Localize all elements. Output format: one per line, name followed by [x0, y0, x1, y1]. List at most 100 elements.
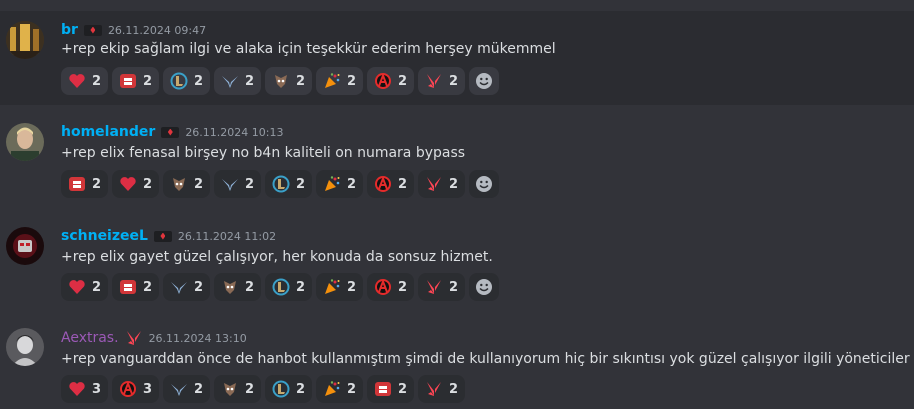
reaction-count: 2: [347, 279, 357, 295]
message[interactable]: br 26.11.2024 09:47 +rep ekip sağlam ilg…: [0, 11, 914, 105]
party-popper-icon: [323, 380, 341, 398]
reaction-count: 2: [296, 176, 306, 192]
reaction-valorant[interactable]: 2: [418, 170, 465, 198]
avatar[interactable]: [6, 227, 44, 265]
timestamp: 26.11.2024 13:10: [148, 331, 247, 345]
reaction-fist[interactable]: 2: [112, 67, 159, 95]
reaction-fist[interactable]: 2: [61, 170, 108, 198]
fist-icon: [119, 278, 137, 296]
reaction-anarchy[interactable]: 2: [367, 67, 414, 95]
reaction-party[interactable]: 2: [316, 170, 363, 198]
username[interactable]: Aextras.: [61, 330, 119, 346]
fist-icon: [68, 175, 86, 193]
wings-icon: [170, 278, 188, 296]
reaction-bar: 2 2 2 2 2 2 2 2: [61, 67, 499, 95]
reaction-count: 2: [92, 73, 102, 89]
reaction-party[interactable]: 2: [316, 375, 363, 403]
reaction-league[interactable]: 2: [265, 375, 312, 403]
reaction-wings[interactable]: 2: [214, 170, 261, 198]
reaction-count: 2: [194, 176, 204, 192]
reaction-count: 2: [92, 176, 102, 192]
mask-icon: [272, 72, 290, 90]
reaction-heart[interactable]: 2: [61, 67, 108, 95]
smiley-icon: [475, 278, 493, 296]
heart-icon: [68, 278, 86, 296]
mask-icon: [221, 380, 239, 398]
timestamp: 26.11.2024 11:02: [177, 229, 277, 243]
reaction-count: 2: [449, 73, 459, 89]
valorant-v-icon: [425, 72, 443, 90]
reaction-heart[interactable]: 2: [61, 273, 108, 301]
valorant-v-badge-icon: [125, 329, 143, 347]
timestamp: 26.11.2024 09:47: [107, 23, 207, 37]
league-l-icon: [272, 278, 290, 296]
role-icon: [83, 24, 102, 36]
reaction-count: 2: [245, 73, 255, 89]
party-popper-icon: [323, 72, 341, 90]
message[interactable]: schneizeeL 26.11.2024 11:02 +rep elix ga…: [0, 219, 914, 315]
username[interactable]: homelander: [61, 124, 155, 140]
league-l-icon: [170, 72, 188, 90]
message[interactable]: homelander 26.11.2024 10:13 +rep elix fe…: [0, 115, 914, 211]
username[interactable]: br: [61, 22, 78, 38]
reaction-valorant[interactable]: 2: [418, 375, 465, 403]
add-reaction-button[interactable]: [469, 170, 499, 198]
avatar[interactable]: [6, 328, 44, 366]
add-reaction-button[interactable]: [469, 273, 499, 301]
reaction-count: 2: [143, 176, 153, 192]
username[interactable]: schneizeeL: [61, 228, 148, 244]
reaction-wings[interactable]: 2: [214, 67, 261, 95]
reaction-mask[interactable]: 2: [163, 170, 210, 198]
mask-icon: [221, 278, 239, 296]
reaction-anarchy[interactable]: 3: [112, 375, 159, 403]
reaction-count: 2: [347, 176, 357, 192]
reaction-wings[interactable]: 2: [163, 375, 210, 403]
reaction-count: 2: [194, 381, 204, 397]
reaction-party[interactable]: 2: [316, 273, 363, 301]
wings-icon: [221, 72, 239, 90]
reaction-league[interactable]: 2: [265, 170, 312, 198]
reaction-count: 2: [245, 279, 255, 295]
valorant-v-icon: [425, 380, 443, 398]
reaction-fist[interactable]: 2: [367, 375, 414, 403]
reaction-count: 2: [449, 279, 459, 295]
anarchy-a-icon: [119, 380, 137, 398]
anarchy-a-icon: [374, 278, 392, 296]
reaction-count: 2: [245, 381, 255, 397]
reaction-wings[interactable]: 2: [163, 273, 210, 301]
reaction-count: 3: [92, 381, 102, 397]
avatar[interactable]: [6, 21, 44, 59]
message[interactable]: Aextras. 26.11.2024 13:10 +rep vanguardd…: [0, 322, 914, 409]
wings-icon: [170, 380, 188, 398]
party-popper-icon: [323, 175, 341, 193]
anarchy-a-icon: [374, 175, 392, 193]
smiley-icon: [475, 72, 493, 90]
reaction-count: 2: [449, 176, 459, 192]
reaction-fist[interactable]: 2: [112, 273, 159, 301]
valorant-v-icon: [425, 278, 443, 296]
reaction-valorant[interactable]: 2: [418, 67, 465, 95]
reaction-anarchy[interactable]: 2: [367, 170, 414, 198]
reaction-mask[interactable]: 2: [214, 273, 261, 301]
reaction-mask[interactable]: 2: [214, 375, 261, 403]
reaction-league[interactable]: 2: [163, 67, 210, 95]
reaction-bar: 2 2 2 2 2 2 2 2: [61, 170, 499, 198]
reaction-league[interactable]: 2: [265, 273, 312, 301]
message-text: +rep ekip sağlam ilgi ve alaka için teşe…: [61, 41, 556, 57]
wings-icon: [221, 175, 239, 193]
league-l-icon: [272, 175, 290, 193]
reaction-anarchy[interactable]: 2: [367, 273, 414, 301]
reaction-count: 2: [398, 279, 408, 295]
reaction-heart[interactable]: 2: [112, 170, 159, 198]
reaction-heart[interactable]: 3: [61, 375, 108, 403]
message-text: +rep elix gayet güzel çalışıyor, her kon…: [61, 249, 493, 265]
avatar[interactable]: [6, 123, 44, 161]
reaction-count: 2: [92, 279, 102, 295]
smiley-icon: [475, 175, 493, 193]
reaction-party[interactable]: 2: [316, 67, 363, 95]
add-reaction-button[interactable]: [469, 67, 499, 95]
reaction-valorant[interactable]: 2: [418, 273, 465, 301]
reaction-count: 2: [194, 279, 204, 295]
reaction-count: 2: [398, 381, 408, 397]
reaction-mask[interactable]: 2: [265, 67, 312, 95]
